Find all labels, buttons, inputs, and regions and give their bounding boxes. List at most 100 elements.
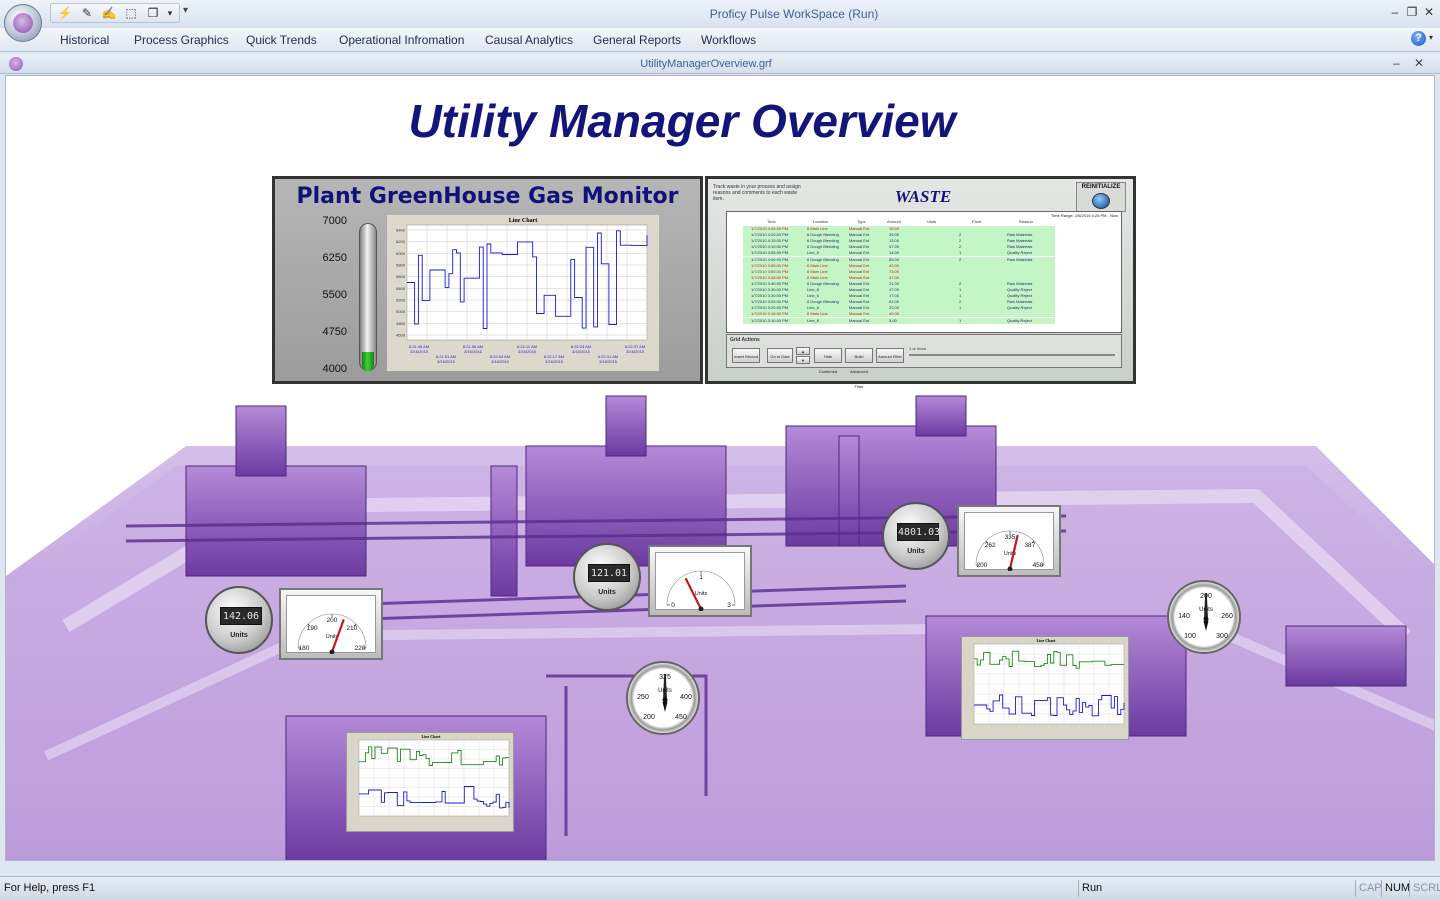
document-close-button[interactable]: ✕ (1414, 56, 1424, 70)
table-cell: Raw Materials (1007, 280, 1033, 286)
table-cell: 1 (959, 305, 962, 311)
dial-tick-label: 0 (671, 602, 675, 609)
restore-button[interactable]: ❐ (1405, 5, 1419, 19)
window-title: Proficy Pulse WorkSpace (Run) (709, 7, 879, 21)
digital-gauge[interactable]: 121.01 Units (573, 543, 641, 611)
ghg-trend-chart[interactable]: Line Chart 6400 6200 6000 5800 5600 5400 5200 50… (387, 215, 659, 371)
menu-operational-information[interactable]: Operational Infromation (339, 33, 464, 47)
analog-gauge[interactable]: 180 190 200 210 220 Units (279, 588, 383, 660)
reinitialize-button[interactable] (1092, 193, 1110, 209)
mini-trend-chart[interactable]: Line Chart (346, 732, 514, 832)
analog-gauge[interactable]: 0 1 3 Units (648, 545, 752, 617)
table-cell: Manual Ent (849, 250, 870, 256)
table-row[interactable]: 1/7/2010 3:45:00 PM 6 Main Line Manual Ent… (743, 274, 1055, 281)
table-cell: Manual Ent (849, 280, 870, 286)
table-cell: Manual Ent (849, 299, 870, 305)
table-cell: Manual Ent (849, 256, 870, 262)
go-to-date-button[interactable]: Go to Date (767, 348, 793, 363)
table-row[interactable]: 1/7/2010 4:10:00 PM 6 Dough Blending Manua… (743, 244, 1055, 251)
column-header[interactable]: Location (813, 219, 828, 224)
round-gauge[interactable]: 250325400450200Units (626, 661, 700, 735)
nav-down-button[interactable]: ▼ (796, 356, 810, 364)
table-cell: Manual Ent (849, 311, 870, 317)
table-cell: 73.00 (889, 268, 900, 274)
table-row[interactable]: 1/7/2010 4:25:00 PM 6 Main Line Manual Ent… (743, 226, 1055, 232)
hide-confirmed-button[interactable]: Hide Confirmed (814, 348, 842, 374)
table-cell: Quality Reject (1007, 293, 1032, 299)
column-header[interactable]: Time (767, 219, 776, 224)
digital-gauge[interactable]: 142.06 Units (205, 586, 273, 654)
menu-process-graphics[interactable]: Process Graphics (134, 33, 229, 47)
insert-record-button[interactable]: Insert Record (732, 348, 760, 363)
table-row[interactable]: 1/7/2010 3:50:00 PM 6 Main Line Manual Ent… (743, 268, 1055, 275)
table-row[interactable]: 1/7/2010 3:40:00 PM 6 Dough Blending Manua… (743, 280, 1055, 287)
ghg-scale-label: 7000 (322, 215, 347, 227)
status-help-text: For Help, press F1 (4, 882, 96, 894)
analog-gauge[interactable]: 200 262 335 387 450 Units (957, 505, 1061, 577)
table-cell: 47.00 (889, 244, 900, 250)
application-button[interactable] (4, 4, 42, 42)
table-cell: 6 Main Line (807, 311, 828, 317)
y-tick-label: 5200 (396, 298, 406, 303)
amount-slider[interactable] (909, 354, 1115, 356)
table-cell: 1/7/2010 4:25:00 PM (751, 226, 789, 231)
table-cell: Line_6 (807, 250, 820, 256)
table-row[interactable]: 1/7/2010 3:55:00 PM 6 Main Line Manual Ent… (743, 262, 1055, 269)
table-cell: 1/7/2010 3:10:00 PM (751, 317, 789, 323)
column-header[interactable]: Units (927, 219, 936, 224)
status-cap: CAP (1355, 880, 1382, 897)
amount-filter-button[interactable]: Amount Filter (876, 348, 904, 363)
menu-historical[interactable]: Historical (60, 33, 109, 47)
table-row[interactable]: 1/7/2010 3:15:00 PM 6 Main Line Manual Ent… (743, 311, 1055, 318)
table-cell: Line_6 (807, 305, 820, 311)
dial-tick-label: 210 (346, 625, 357, 632)
y-tick-label: 5000 (396, 309, 406, 314)
table-row[interactable]: 1/7/2010 3:20:00 PM Line_6 Manual Ent 22.00… (743, 305, 1055, 312)
table-cell: Raw Materials (1007, 238, 1033, 244)
minimize-button[interactable]: ‒ (1388, 5, 1402, 19)
close-button[interactable]: ✕ (1422, 5, 1436, 19)
table-row[interactable]: 1/7/2010 4:00:00 PM 6 Dough Blending Manua… (743, 256, 1055, 263)
column-header[interactable]: Reason (1019, 219, 1033, 224)
column-header[interactable]: Type (857, 219, 866, 224)
mini-trend-chart[interactable]: Line Chart (961, 636, 1129, 740)
x-tick-date: 3/16/2015 (599, 359, 618, 364)
document-minimize-button[interactable]: ‒ (1393, 56, 1400, 70)
advanced-filter-button[interactable]: Build Advanced Filter (845, 348, 873, 389)
column-header[interactable]: Amount (887, 219, 901, 224)
round-dial: 250325400450200Units (637, 674, 692, 721)
dial-tick-label: 220 (355, 645, 366, 652)
column-header[interactable]: Fault (972, 219, 981, 224)
dial-tick-label: 200 (643, 714, 655, 721)
menu-quick-trends[interactable]: Quick Trends (246, 33, 317, 47)
table-row[interactable]: 1/7/2010 4:15:00 PM 6 Dough Blending Manua… (743, 238, 1055, 245)
digital-gauge[interactable]: 4801.03 Units (882, 502, 950, 570)
table-row[interactable]: 1/7/2010 3:25:00 PM 6 Dough Blending Manua… (743, 299, 1055, 306)
round-gauge[interactable]: 140200260300100Units (1167, 580, 1241, 654)
table-cell: 1/7/2010 3:20:00 PM (751, 305, 789, 311)
table-row[interactable]: 1/7/2010 4:20:00 PM 6 Dough Blending Manua… (743, 232, 1055, 239)
table-cell: 2 (959, 256, 962, 262)
status-mode: Run (1078, 880, 1355, 897)
table-row[interactable]: 1/7/2010 4:05:00 PM Line_6 Manual Ent 14.00… (743, 250, 1055, 257)
table-row[interactable]: 1/7/2010 3:35:00 PM Line_6 Manual Ent 47.00… (743, 287, 1055, 293)
table-cell: 47.00 (889, 287, 900, 292)
graphic-canvas: Utility Manager Overview Plant GreenHous… (5, 75, 1435, 861)
table-row[interactable]: 1/7/2010 3:30:00 PM Line_6 Manual Ent 17.00… (743, 293, 1055, 300)
needle-tail (662, 702, 668, 712)
table-cell: 6 Dough Blending (807, 256, 839, 262)
waste-grid[interactable]: Time Range: 1/6/2010 4:25 PM - Now Time L… (726, 211, 1122, 333)
dial-tick-label: 1 (699, 574, 703, 581)
menu-general-reports[interactable]: General Reports (593, 33, 681, 47)
table-row[interactable]: 1/7/2010 3:10:00 PM Line_6 Manual Ent 5.00 1… (743, 317, 1055, 324)
menu-workflows[interactable]: Workflows (701, 33, 756, 47)
table-cell: Manual Ent (849, 293, 870, 299)
nav-up-button[interactable]: ▲ (796, 347, 810, 355)
help-dropdown-icon[interactable]: ▾ (1429, 33, 1433, 42)
dial-tick-label: 250 (637, 694, 649, 701)
table-cell: 22.00 (889, 305, 900, 311)
table-cell: Raw Materials (1007, 256, 1033, 262)
dial-tick-label: 387 (1024, 542, 1035, 549)
help-icon[interactable]: ? (1411, 31, 1426, 46)
menu-causal-analytics[interactable]: Causal Analytics (485, 33, 573, 47)
